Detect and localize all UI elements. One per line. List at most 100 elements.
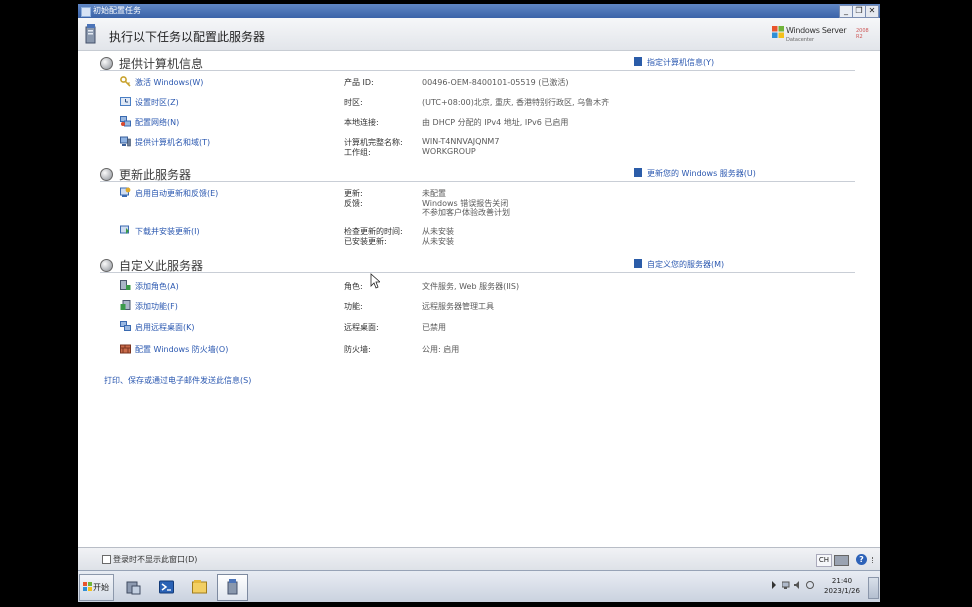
task-label: 提供计算机名和域(T) (135, 138, 211, 147)
prop-value-installed-updates: 从未安装 (422, 237, 454, 246)
section-customize-server: 自定义此服务器 自定义您的服务器(M) (100, 256, 855, 273)
window-titlebar[interactable]: 初始配置任务 _ ❐ ✕ (78, 4, 880, 18)
taskbar-clock[interactable]: 21:40 2023/1/26 (822, 576, 862, 596)
prop-label: 防火墙: (344, 345, 371, 354)
start-label: 开始 (93, 583, 109, 592)
initial-config-icon (227, 579, 238, 595)
taskbar: 开始 21:40 2023/1/26 (78, 570, 880, 602)
action-center-tray-icon[interactable] (806, 581, 814, 589)
clock-time: 21:40 (831, 577, 853, 585)
restore-button[interactable]: ❐ (852, 5, 866, 18)
key-icon (120, 76, 131, 87)
task-label: 下载并安装更新(I) (135, 227, 200, 236)
taskbar-server-manager[interactable] (118, 574, 149, 601)
prop-value-local-connection: 由 DHCP 分配的 IPv4 地址, IPv6 已启用 (422, 118, 569, 127)
section-collapse-icon[interactable] (100, 168, 113, 181)
brand-edition: Datacenter (786, 37, 815, 43)
windows-flag-icon (772, 26, 784, 38)
minimize-button[interactable]: _ (839, 5, 853, 18)
remote-desktop-icon (120, 321, 131, 331)
computer-icon (120, 136, 131, 147)
link-label: 指定计算机信息(Y) (647, 58, 715, 67)
prop-label: 产品 ID: (344, 78, 374, 87)
task-label: 启用远程桌面(K) (135, 323, 195, 332)
prop-label: 角色: (344, 282, 363, 291)
customize-server-link[interactable]: 自定义您的服务器(M) (634, 259, 724, 270)
prop-value-remote-desktop: 已禁用 (422, 323, 446, 332)
language-indicator[interactable]: CH (816, 554, 832, 567)
explorer-icon (192, 580, 207, 594)
prop-label: 功能: (344, 302, 363, 311)
link-label: 更新您的 Windows 服务器(U) (647, 169, 756, 178)
download-icon (120, 225, 129, 234)
window-header: 执行以下任务以配置此服务器 Windows Server 2008 R2 Dat… (78, 18, 880, 51)
task-label: 添加角色(A) (135, 282, 179, 291)
clock-icon (120, 97, 131, 106)
server-tasks-icon (85, 24, 96, 44)
task-label: 添加功能(F) (135, 302, 178, 311)
prop-value-computer-name: WIN-T4NNVAJQNM7 (422, 137, 500, 146)
section-collapse-icon[interactable] (100, 259, 113, 272)
task-label: 启用自动更新和反馈(E) (135, 189, 219, 198)
prop-label: 已安装更新: (344, 237, 387, 246)
prop-label: 反馈: (344, 199, 363, 208)
prop-label: 时区: (344, 98, 363, 107)
powershell-icon (159, 580, 174, 594)
language-bar-options-icon[interactable] (872, 557, 876, 563)
page-title: 执行以下任务以配置此服务器 (109, 30, 266, 44)
firewall-icon (120, 344, 131, 354)
section-computer-info: 提供计算机信息 指定计算机信息(Y) (100, 54, 855, 71)
window-app-icon (81, 7, 91, 17)
network-tray-icon[interactable] (782, 581, 790, 589)
book-icon (634, 57, 642, 66)
specify-computer-info-link[interactable]: 指定计算机信息(Y) (634, 57, 714, 68)
taskbar-explorer[interactable] (184, 574, 215, 601)
prop-label: 本地连接: (344, 118, 379, 127)
windows-flag-icon (83, 582, 92, 591)
update-windows-server-link[interactable]: 更新您的 Windows 服务器(U) (634, 168, 756, 179)
print-save-email-link[interactable]: 打印、保存或通过电子邮件发送此信息(S) (104, 375, 251, 386)
window-footer: 登录时不显示此窗口(D) CH ? (78, 547, 880, 571)
features-icon (120, 300, 131, 310)
roles-icon (120, 280, 131, 290)
desktop-screen: 初始配置任务 _ ❐ ✕ 执行以下任务以配置此服务器 Windows Serve… (78, 4, 880, 602)
help-icon[interactable]: ? (856, 554, 867, 565)
show-desktop-button[interactable] (868, 577, 879, 599)
brand-version: 2008 R2 (856, 28, 869, 40)
window-title: 初始配置任务 (93, 6, 141, 15)
task-label: 设置时区(Z) (135, 98, 179, 107)
prop-value-roles: 文件服务, Web 服务器(IIS) (422, 282, 520, 291)
prop-value-timezone: (UTC+08:00)北京, 重庆, 香港特别行政区, 乌鲁木齐 (422, 98, 610, 107)
clock-date: 2023/1/26 (824, 587, 860, 595)
mouse-cursor-icon (370, 273, 380, 289)
tasks-content: 提供计算机信息 指定计算机信息(Y) 激活 Windows(W) 设置时区(Z)… (78, 51, 880, 547)
windows-server-logo: Windows Server 2008 R2 Datacenter (772, 24, 872, 46)
section-title: 更新此服务器 (119, 168, 192, 182)
checkbox-label: 登录时不显示此窗口(D) (113, 555, 198, 564)
brand-name: Windows Server (786, 26, 847, 35)
task-label: 配置网络(N) (135, 118, 180, 127)
tray-arrow-icon[interactable] (770, 581, 778, 589)
link-label: 自定义您的服务器(M) (647, 260, 725, 269)
update-icon (120, 187, 131, 197)
book-icon (634, 168, 642, 177)
volume-tray-icon[interactable] (794, 581, 802, 589)
book-icon (634, 259, 642, 268)
task-label: 激活 Windows(W) (135, 78, 204, 87)
prop-value-features: 远程服务器管理工具 (422, 302, 494, 311)
close-button[interactable]: ✕ (865, 5, 879, 18)
dont-show-at-logon-checkbox[interactable] (102, 555, 111, 564)
prop-label: 远程桌面: (344, 323, 379, 332)
section-collapse-icon[interactable] (100, 57, 113, 70)
task-label: 配置 Windows 防火墙(O) (135, 345, 229, 354)
prop-value-workgroup: WORKGROUP (422, 147, 476, 156)
prop-value-product-id: 00496-OEM-8400101-05519 (已激活) (422, 78, 569, 87)
start-button[interactable]: 开始 (79, 574, 114, 601)
taskbar-powershell[interactable] (151, 574, 182, 601)
taskbar-initial-config[interactable] (217, 574, 248, 601)
keyboard-icon[interactable] (834, 555, 849, 566)
network-icon (120, 116, 131, 127)
section-title: 提供计算机信息 (119, 57, 204, 71)
server-manager-icon (126, 581, 141, 595)
section-title: 自定义此服务器 (119, 259, 204, 273)
